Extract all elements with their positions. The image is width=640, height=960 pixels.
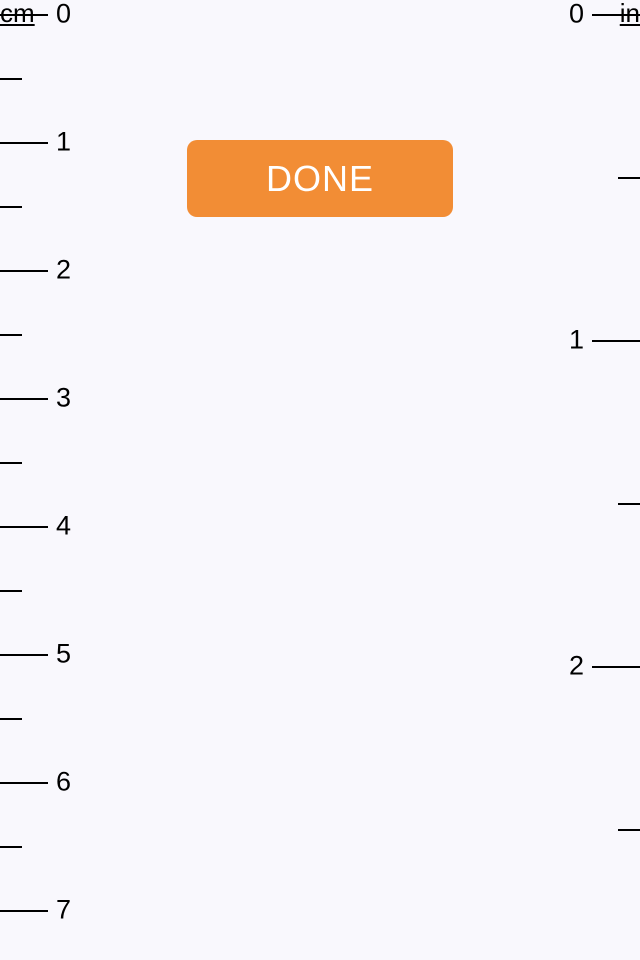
in-tick-minor (618, 503, 640, 505)
cm-tick-major (0, 910, 48, 912)
done-button[interactable]: DONE (187, 140, 453, 217)
in-tick-minor (618, 177, 640, 179)
cm-tick-label: 0 (56, 0, 71, 30)
cm-tick-minor (0, 846, 22, 848)
ruler-in: in 012 (540, 0, 640, 960)
cm-tick-major (0, 14, 48, 16)
cm-tick-minor (0, 462, 22, 464)
ruler-cm: cm 01234567 (0, 0, 100, 960)
cm-tick-label: 3 (56, 383, 71, 414)
in-tick-major (592, 666, 640, 668)
cm-tick-minor (0, 590, 22, 592)
cm-tick-minor (0, 718, 22, 720)
in-tick-major (592, 14, 640, 16)
cm-tick-major (0, 526, 48, 528)
cm-tick-label: 1 (56, 127, 71, 158)
cm-tick-label: 7 (56, 895, 71, 926)
cm-tick-label: 6 (56, 767, 71, 798)
in-tick-major (592, 340, 640, 342)
cm-tick-minor (0, 206, 22, 208)
in-tick-label: 2 (569, 651, 584, 682)
in-tick-minor (618, 829, 640, 831)
cm-tick-label: 2 (56, 255, 71, 286)
cm-tick-major (0, 142, 48, 144)
cm-tick-label: 4 (56, 511, 71, 542)
cm-tick-minor (0, 334, 22, 336)
cm-tick-minor (0, 78, 22, 80)
cm-tick-label: 5 (56, 639, 71, 670)
cm-tick-major (0, 654, 48, 656)
in-tick-label: 0 (569, 0, 584, 30)
cm-tick-major (0, 782, 48, 784)
cm-tick-major (0, 270, 48, 272)
cm-tick-major (0, 398, 48, 400)
in-tick-label: 1 (569, 325, 584, 356)
